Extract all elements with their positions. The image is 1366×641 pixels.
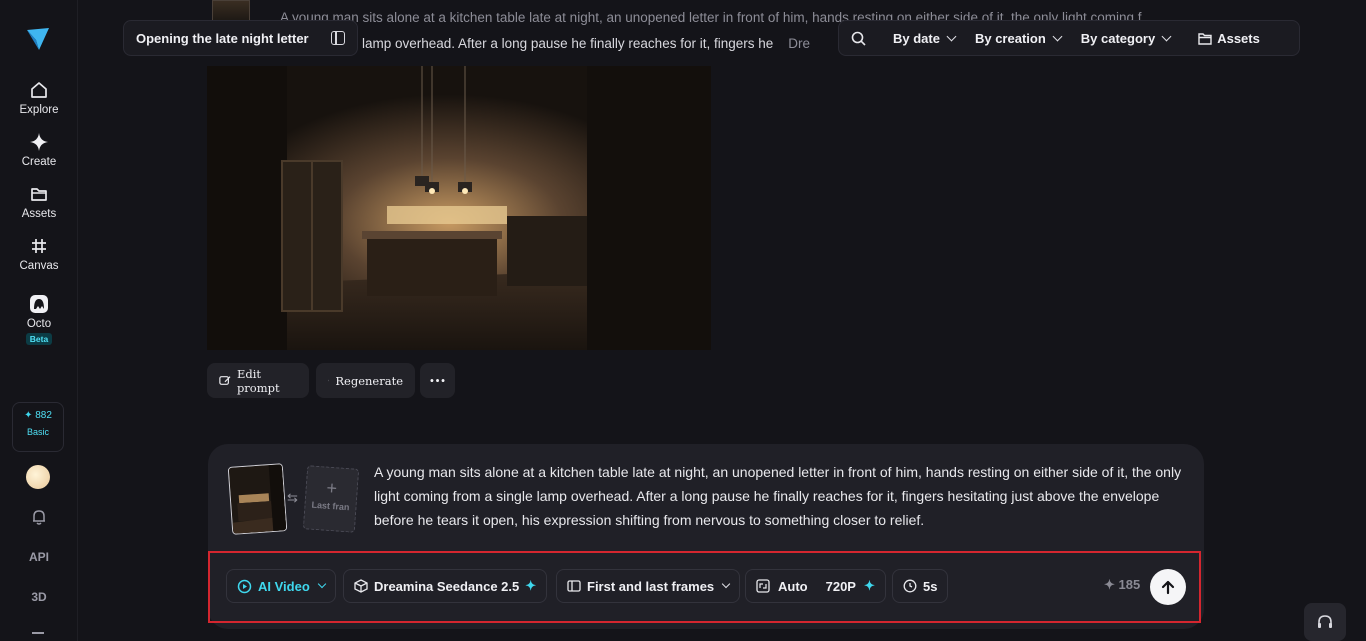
chevron-down-icon	[1052, 31, 1063, 41]
last-frame-slot[interactable]: + Last fran	[302, 465, 360, 533]
chevron-down-icon	[1161, 31, 1172, 41]
clock-icon	[903, 579, 917, 593]
search-button[interactable]	[839, 20, 877, 56]
edit-prompt-button[interactable]: Edit prompt	[207, 363, 309, 398]
search-icon	[851, 31, 866, 46]
prompt-thumbnail	[212, 0, 250, 22]
filter-toolbar: By date By creation By category Assets	[838, 20, 1300, 56]
beta-badge: Beta	[25, 333, 53, 345]
sparkle-icon: ✦	[24, 410, 33, 421]
chevron-down-icon	[721, 579, 731, 589]
chevron-down-icon	[317, 579, 327, 589]
frames-mode-select[interactable]: First and last frames	[556, 569, 741, 603]
sidebar-item-label: Octo	[26, 318, 52, 330]
sparkle-icon: ✦	[525, 578, 537, 593]
sidebar-item-explore[interactable]: Explore	[0, 80, 78, 116]
sidebar-item-octo[interactable]: Octo Beta	[0, 294, 78, 345]
sidebar-item-label: Canvas	[19, 260, 59, 272]
headset-icon	[1318, 615, 1332, 628]
model-select[interactable]: Dreamina Seedance 2.5 ✦	[343, 569, 548, 603]
frames-icon	[567, 580, 581, 592]
sparkle-icon: ✦	[863, 578, 875, 593]
aspect-ratio-value: Auto	[778, 578, 808, 594]
swap-frames-icon[interactable]: ⇆	[287, 490, 298, 506]
first-frame-image	[228, 464, 288, 535]
plan-level: Basic	[26, 427, 49, 437]
credits-value: 882	[35, 410, 52, 421]
more-options-button[interactable]: ···	[420, 363, 455, 398]
canvas-icon	[32, 239, 46, 253]
first-frame-thumbnail[interactable]	[227, 463, 288, 535]
sidebar-item-label: Create	[21, 156, 57, 168]
refresh-icon	[328, 379, 330, 382]
home-icon	[31, 82, 47, 98]
generation-cost: ✦ 185	[1104, 577, 1141, 592]
submit-button[interactable]	[1150, 569, 1186, 605]
api-link[interactable]: API	[0, 550, 78, 564]
folder-icon	[1198, 32, 1212, 45]
aspect-resolution-select[interactable]: Auto 720P ✦	[745, 569, 886, 603]
sparkle-icon: ✦	[1104, 577, 1115, 592]
aspect-ratio-icon	[756, 579, 770, 593]
generated-image[interactable]	[207, 66, 711, 350]
resolution-value: 720P	[825, 578, 856, 594]
prompt-input[interactable]: A young man sits alone at a kitchen tabl…	[374, 460, 1189, 532]
previous-prompt-text-line2: lamp overhead. After a long pause he fin…	[362, 36, 811, 51]
filter-by-category[interactable]: By category	[1071, 20, 1180, 56]
filter-by-creation[interactable]: By creation	[965, 20, 1071, 56]
regenerate-button[interactable]: Regenerate	[316, 363, 415, 398]
mode-select[interactable]: AI Video	[226, 569, 336, 603]
octo-icon	[30, 295, 48, 313]
assets-button[interactable]: Assets	[1180, 20, 1270, 56]
filter-by-date[interactable]: By date	[877, 20, 965, 56]
arrow-up-icon	[1161, 580, 1175, 595]
support-button[interactable]	[1304, 603, 1346, 641]
video-mode-icon	[237, 579, 252, 593]
sidebar-item-canvas[interactable]: Canvas	[0, 236, 78, 272]
sidebar-item-create[interactable]: Create	[0, 132, 78, 168]
avatar[interactable]	[26, 465, 50, 489]
edit-icon	[219, 376, 231, 385]
sidebar: Explore Create Assets Canvas Octo Beta ✦…	[0, 0, 78, 641]
sidebar-item-assets[interactable]: Assets	[0, 184, 78, 220]
3d-link[interactable]: 3D	[0, 590, 78, 604]
menu-icon[interactable]	[32, 632, 44, 634]
kitchen-scene-image	[207, 66, 711, 350]
sidebar-item-label: Assets	[21, 208, 57, 220]
sparkle-icon	[30, 133, 48, 151]
chevron-down-icon	[946, 31, 957, 41]
duration-select[interactable]: 5s	[892, 569, 949, 603]
conversation-title-bar[interactable]: Opening the late night letter	[123, 20, 358, 56]
more-icon: ···	[429, 371, 446, 390]
sidebar-item-label: Explore	[19, 104, 59, 116]
page-title: Opening the late night letter	[136, 30, 309, 46]
sidebar-toggle-icon[interactable]	[331, 31, 345, 45]
plus-icon: +	[325, 477, 338, 499]
bell-icon[interactable]	[30, 508, 48, 526]
folder-icon	[31, 188, 47, 201]
logo-icon[interactable]	[25, 26, 51, 52]
credits-badge[interactable]: ✦ 882 Basic	[12, 402, 64, 452]
model-cube-icon	[354, 579, 368, 593]
